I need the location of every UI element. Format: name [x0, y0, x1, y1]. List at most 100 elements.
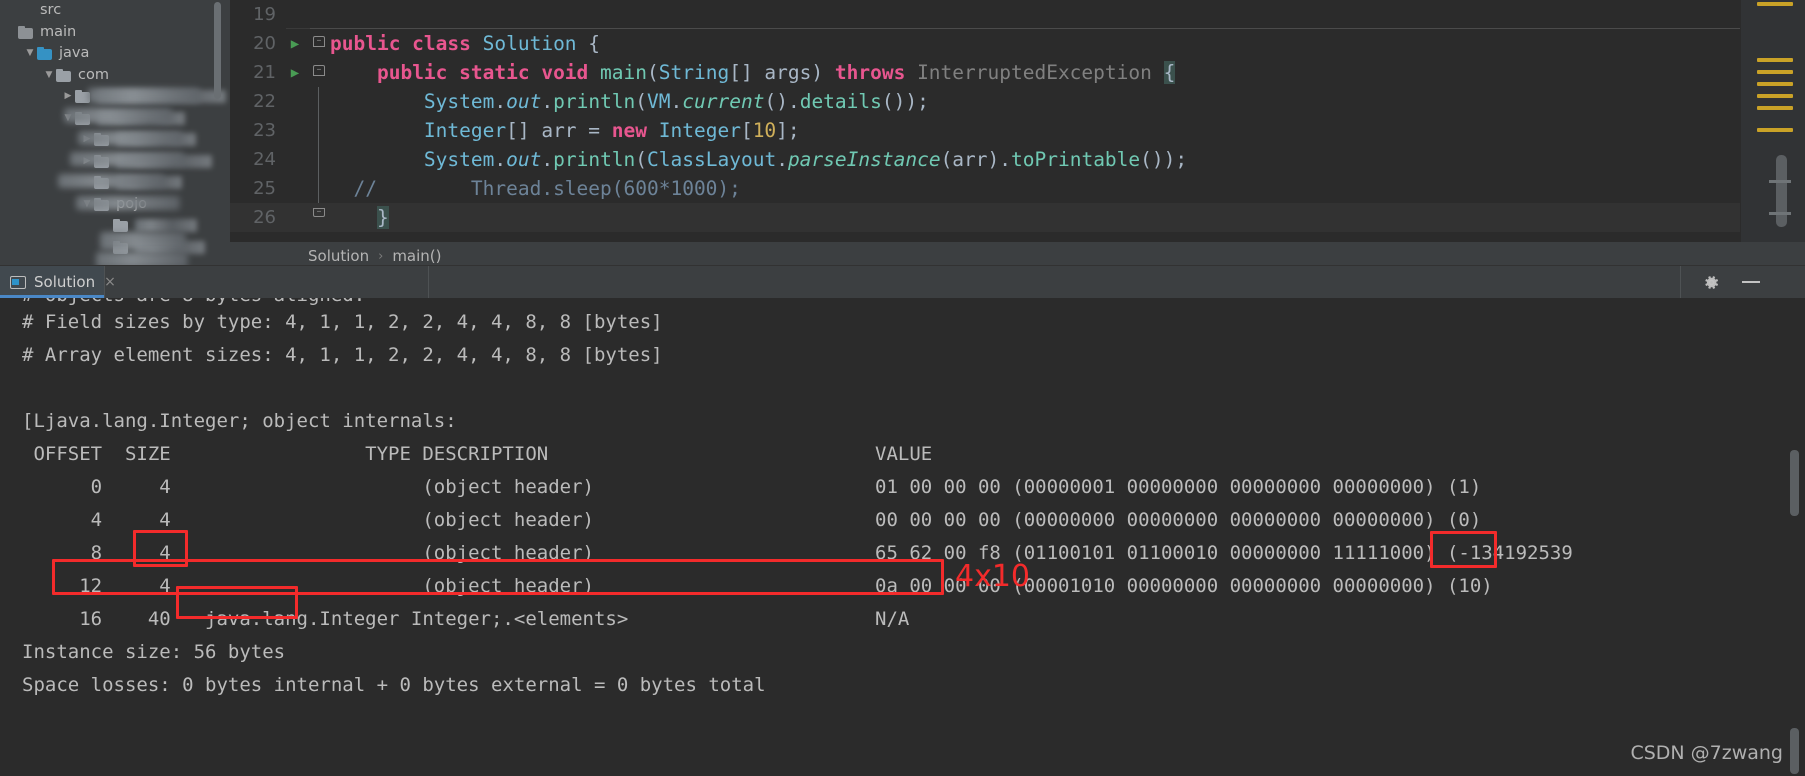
warning-marker[interactable] [1757, 82, 1793, 86]
editor-vertical-scrollbar[interactable] [1776, 155, 1787, 227]
warning-marker[interactable] [1757, 58, 1793, 62]
fold-collapse-icon[interactable]: – [313, 36, 325, 47]
token: } [376, 206, 389, 229]
tab-bar-segment [429, 266, 1681, 298]
console-output[interactable]: # Objects are 8 bytes aligned. # Field s… [0, 298, 1805, 776]
fold-column[interactable] [308, 145, 330, 174]
java-class-icon [113, 219, 130, 233]
fold-end-icon[interactable]: – [313, 207, 325, 217]
table-header-left: OFFSET SIZE TYPE DESCRIPTION [22, 443, 549, 465]
token: ()); [1140, 148, 1188, 171]
token: . [494, 148, 507, 171]
code-line[interactable]: 25 // Thread.sleep(600*1000); [230, 174, 1805, 203]
ide-window: srcmain▼java▼com▶▼▶▶▼pojo 1920▶–public c… [0, 0, 1805, 776]
code-editor[interactable]: 19 20 ▶ – public class Solution {21 ▶ – public… [230, 0, 1805, 305]
fold-collapse-icon[interactable]: – [313, 65, 325, 76]
sidebar-scrollbar[interactable] [214, 2, 221, 99]
fold-column[interactable]: – [308, 58, 330, 87]
breadcrumb-method[interactable]: main() [392, 247, 441, 265]
instance-size-line: Instance size: 56 bytes [0, 636, 1805, 669]
tab-solution[interactable]: Solution × [0, 266, 116, 298]
token: 10 [752, 119, 777, 142]
tree-item[interactable]: ▼ com [0, 65, 230, 87]
table-row: 16 40 java.lang.Integer Integer;.<elemen… [0, 603, 1805, 636]
folder-icon [56, 68, 73, 82]
top-section: srcmain▼java▼com▶▼▶▶▼pojo 1920▶–public c… [0, 0, 1805, 305]
chevron-down-icon[interactable]: ▼ [42, 70, 56, 80]
line-number: 26 [253, 207, 276, 228]
token: Integer [423, 119, 507, 142]
console-scrollbar[interactable] [1790, 450, 1799, 516]
code-text: public class Solution { [330, 32, 600, 55]
code-line[interactable]: 21 ▶ – public static void main(String[] ar… [230, 58, 1805, 87]
console-tab-bar: Solution × [0, 265, 1805, 298]
fold-column[interactable] [308, 116, 330, 145]
code-lines[interactable]: 19 20 ▶ – public class Solution {21 ▶ – public… [230, 0, 1805, 242]
folder-icon [18, 25, 35, 39]
token: main [600, 61, 647, 84]
row-value: 00 00 00 00 (00000000 00000000 00000000 … [875, 509, 1482, 531]
token: ()); [881, 90, 929, 113]
gear-icon[interactable] [1703, 274, 1720, 291]
redaction-smear [78, 131, 182, 145]
token: [] arr = [506, 119, 612, 142]
editor-marker-gutter[interactable] [1740, 0, 1805, 242]
table-row: 12 4 (object header) 0a 00 00 00 (0000101… [0, 570, 1805, 603]
line-number: 22 [253, 91, 276, 112]
token: Integer [658, 119, 741, 142]
fold-guide-line [318, 174, 319, 203]
code-text: Integer[] arr = new Integer[10]; [330, 119, 800, 142]
token: ( [647, 61, 659, 84]
console-scrollbar-lower[interactable] [1790, 728, 1799, 774]
chevron-down-icon[interactable]: ▼ [23, 49, 37, 58]
console-line: # Field sizes by type: 4, 1, 1, 2, 2, 4,… [22, 311, 663, 333]
warning-marker[interactable] [1757, 94, 1793, 98]
line-number: 25 [253, 178, 276, 199]
space-losses-line: Space losses: 0 bytes internal + 0 bytes… [22, 674, 766, 696]
token: parseInstance [787, 148, 941, 171]
instance-size-label: Instance size: [22, 641, 183, 663]
code-line[interactable]: 24 System.out.println(ClassLayout.parseI… [230, 145, 1805, 174]
code-line[interactable]: 20 ▶ – public class Solution { [230, 29, 1805, 58]
row-value: 01 00 00 00 (00000001 00000000 00000000 … [875, 476, 1482, 498]
fold-column[interactable] [308, 174, 330, 203]
redaction-smear [70, 152, 184, 166]
run-gutter-icon[interactable]: ▶ [282, 37, 308, 51]
code-line[interactable]: 19 [230, 0, 1805, 29]
token: ( [635, 148, 648, 171]
token: [] args) [729, 61, 835, 84]
warning-marker[interactable] [1757, 2, 1793, 6]
token: (arr). [940, 148, 1012, 171]
fold-column[interactable] [308, 87, 330, 116]
tree-item[interactable]: ▼ java [0, 43, 230, 65]
project-tree-panel[interactable]: srcmain▼java▼com▶▼▶▶▼pojo [0, 0, 230, 305]
fold-column[interactable] [308, 0, 330, 29]
table-row: 4 4 (object header) 00 00 00 00 (00000000… [0, 504, 1805, 537]
tree-item[interactable]: main [0, 22, 230, 44]
warning-marker[interactable] [1757, 70, 1793, 74]
code-line[interactable]: 23 Integer[] arr = new Integer[10]; [230, 116, 1805, 145]
chevron-right-icon[interactable]: ▶ [61, 92, 75, 101]
code-text: System.out.println(VM.current().details(… [330, 90, 929, 113]
token: System [423, 90, 495, 113]
tree-item[interactable]: src [0, 0, 230, 22]
warning-marker[interactable] [1757, 106, 1793, 110]
breadcrumb-class[interactable]: Solution [308, 247, 369, 265]
folder-icon [37, 47, 54, 61]
minimize-icon[interactable] [1742, 281, 1760, 283]
redaction-smear [100, 232, 186, 250]
token: String [658, 61, 730, 84]
code-line[interactable]: 26 – } [230, 203, 1805, 232]
run-gutter-icon[interactable]: ▶ [282, 66, 308, 80]
scrollbar-tick [1769, 180, 1791, 183]
warning-marker[interactable] [1757, 128, 1793, 132]
fold-column[interactable]: – [308, 203, 330, 232]
token: public class [330, 32, 483, 55]
annotation-label-4x10: 4x10 [955, 559, 1031, 594]
fold-column[interactable]: – [308, 29, 330, 58]
code-line[interactable]: 22 System.out.println(VM.current().detai… [230, 87, 1805, 116]
close-icon[interactable]: × [104, 275, 116, 289]
line-number: 19 [253, 4, 276, 25]
token: println [553, 148, 636, 171]
